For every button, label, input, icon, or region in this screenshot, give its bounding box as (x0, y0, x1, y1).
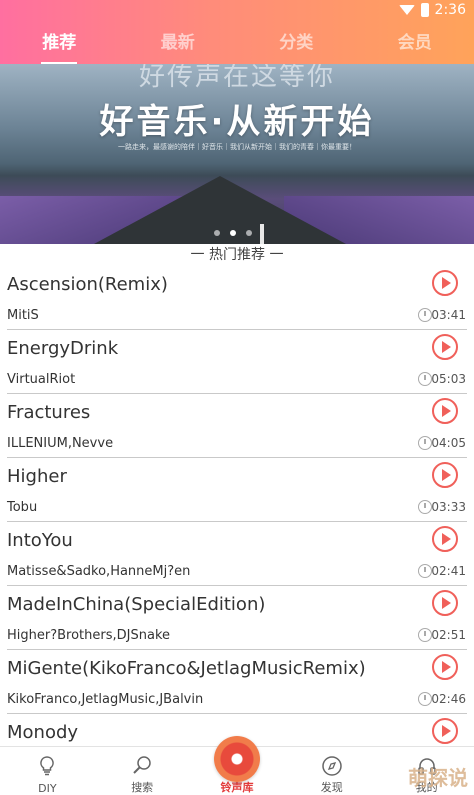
banner-subtext: 一路走来，最感谢的陪伴｜好音乐｜我们从新开始｜我们的青春｜你最重要！ (0, 142, 474, 152)
clock-icon (418, 308, 432, 322)
song-artist: KikoFranco,JetlagMusic,JBalvin (7, 692, 203, 707)
song-row[interactable]: MadeInChina(SpecialEdition) Higher?Broth… (0, 586, 474, 650)
song-title: EnergyDrink (7, 338, 118, 359)
top-header: 2:36 推荐 最新 分类 会员 (0, 0, 474, 64)
play-icon[interactable] (432, 590, 458, 616)
banner-road-line (260, 224, 264, 244)
song-row[interactable]: IntoYou Matisse&Sadko,HanneMj?en 02:41 (0, 522, 474, 586)
nav-diy[interactable]: DIY (0, 747, 95, 795)
song-artist: Higher?Brothers,DJSnake (7, 628, 170, 643)
clock-icon (418, 372, 432, 386)
song-title: IntoYou (7, 530, 73, 551)
pager-dot[interactable] (214, 230, 220, 236)
banner-headline: 好音乐·从新开始 (0, 94, 474, 143)
category-tabs: 推荐 最新 分类 会员 (0, 28, 474, 64)
play-icon[interactable] (432, 334, 458, 360)
song-title: Monody (7, 722, 78, 743)
song-duration: 04:05 (431, 436, 466, 450)
song-artist: Tobu (7, 500, 37, 515)
section-title: 一 热门推荐 一 (0, 245, 474, 265)
battery-icon (421, 3, 429, 17)
song-list: Ascension(Remix) MitiS 03:41 EnergyDrink… (0, 266, 474, 778)
pager-dot[interactable] (246, 230, 252, 236)
song-duration: 05:03 (431, 372, 466, 386)
song-artist: Matisse&Sadko,HanneMj?en (7, 564, 190, 579)
song-duration: 03:41 (431, 308, 466, 322)
pager-dot-active[interactable] (230, 230, 236, 236)
tab-recommend[interactable]: 推荐 (0, 28, 119, 64)
nav-discover[interactable]: 发现 (284, 747, 379, 795)
clock-icon (418, 628, 432, 642)
tab-membership[interactable]: 会员 (356, 28, 474, 64)
song-duration: 02:51 (431, 628, 466, 642)
play-icon[interactable] (432, 398, 458, 424)
clock-icon (418, 500, 432, 514)
watermark: 萌探说 (408, 762, 468, 791)
banner-line1: 好传声在这等你 (0, 64, 474, 93)
tab-categories[interactable]: 分类 (237, 28, 356, 64)
play-icon[interactable] (432, 654, 458, 680)
song-artist: MitiS (7, 308, 39, 323)
play-icon[interactable] (432, 526, 458, 552)
status-bar: 2:36 (399, 2, 466, 18)
nav-label: 搜索 (95, 779, 190, 795)
play-icon[interactable] (432, 270, 458, 296)
tab-latest[interactable]: 最新 (119, 28, 238, 64)
song-row[interactable]: EnergyDrink VirtualRiot 05:03 (0, 330, 474, 394)
song-title: Higher (7, 466, 67, 487)
search-icon (131, 755, 153, 777)
song-row[interactable]: Fractures ILLENIUM,Nevve 04:05 (0, 394, 474, 458)
song-duration: 02:46 (431, 692, 466, 706)
song-row[interactable]: Ascension(Remix) MitiS 03:41 (0, 266, 474, 330)
song-duration: 02:41 (431, 564, 466, 578)
wifi-icon (399, 5, 415, 15)
nav-search[interactable]: 搜索 (95, 747, 190, 795)
disc-icon[interactable] (214, 736, 260, 782)
promo-banner[interactable]: 好传声在这等你 好音乐·从新开始 一路走来，最感谢的陪伴｜好音乐｜我们从新开始｜… (0, 64, 474, 244)
song-artist: VirtualRiot (7, 372, 75, 387)
clock-icon (418, 436, 432, 450)
song-duration: 03:33 (431, 500, 466, 514)
song-title: Ascension(Remix) (7, 274, 168, 295)
status-time: 2:36 (435, 2, 466, 18)
song-row[interactable]: Higher Tobu 03:33 (0, 458, 474, 522)
bulb-icon (36, 755, 58, 777)
song-artist: ILLENIUM,Nevve (7, 436, 113, 451)
clock-icon (418, 564, 432, 578)
play-icon[interactable] (432, 718, 458, 744)
clock-icon (418, 692, 432, 706)
song-row[interactable]: MiGente(KikoFranco&JetlagMusicRemix) Kik… (0, 650, 474, 714)
nav-label: DIY (0, 782, 95, 795)
compass-icon (321, 755, 343, 777)
play-icon[interactable] (432, 462, 458, 488)
song-title: MiGente(KikoFranco&JetlagMusicRemix) (7, 658, 366, 679)
nav-label: 发现 (284, 779, 379, 795)
song-title: Fractures (7, 402, 90, 423)
song-title: MadeInChina(SpecialEdition) (7, 594, 265, 615)
banner-pager (214, 230, 252, 236)
